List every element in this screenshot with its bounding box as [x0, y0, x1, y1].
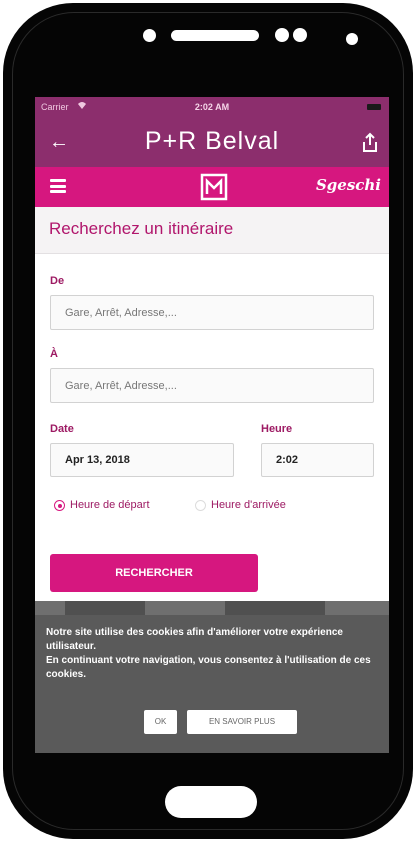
from-input[interactable]: Gare, Arrêt, Adresse,... [50, 295, 374, 330]
front-camera [275, 28, 289, 42]
radio-arrival-unselected-icon [195, 500, 206, 511]
hamburger-menu-icon[interactable] [50, 179, 66, 193]
title-bar: ← P+R Belval [35, 119, 389, 167]
to-placeholder: Gare, Arrêt, Adresse,... [65, 379, 177, 392]
front-sensor [143, 29, 156, 42]
status-time: 2:02 AM [194, 102, 230, 112]
time-label: Heure [261, 423, 293, 435]
radio-departure-label: Heure de départ [70, 499, 150, 511]
earpiece-speaker [171, 30, 259, 41]
itinerary-form: Recherchez un itinéraire De Gare, Arrêt,… [35, 207, 389, 601]
time-value: 2:02 [276, 454, 299, 466]
search-button[interactable]: RECHERCHER [50, 554, 258, 592]
date-field[interactable]: Apr 13, 2018 [50, 443, 234, 477]
form-header: Recherchez un itinéraire [35, 207, 389, 254]
cookie-more-button[interactable]: EN SAVOIR PLUS [187, 710, 297, 734]
light-sensor [346, 33, 358, 45]
to-input[interactable]: Gare, Arrêt, Adresse,... [50, 368, 374, 403]
proximity-sensor [293, 28, 307, 42]
radio-arrival-label: Heure d'arrivée [211, 499, 286, 511]
cookie-ok-button[interactable]: OK [144, 710, 177, 734]
background-content [35, 601, 389, 615]
time-field[interactable]: 2:02 [261, 443, 374, 477]
status-bar: Carrier 2:02 AM [35, 97, 389, 119]
app-screen: Carrier 2:02 AM ← P+R Belval Sgeschi Rec… [35, 97, 389, 753]
share-icon[interactable] [360, 132, 380, 154]
cookie-message-line2: En continuant votre navigation, vous con… [46, 655, 371, 680]
cookie-banner: Notre site utilise des cookies afin d'am… [35, 615, 389, 753]
from-label: De [50, 275, 65, 287]
battery-icon [367, 104, 381, 110]
cookie-message: Notre site utilise des cookies afin d'am… [46, 626, 376, 682]
form-heading: Recherchez un itinéraire [49, 219, 234, 238]
to-label: À [50, 348, 58, 360]
radio-departure-selected-icon [54, 500, 65, 511]
date-label: Date [50, 423, 74, 435]
cookie-message-line1: Notre site utilise des cookies afin d'am… [46, 627, 343, 652]
brand-logo[interactable]: Sgeschi [316, 176, 381, 194]
home-button[interactable] [165, 786, 257, 818]
date-value: Apr 13, 2018 [65, 454, 130, 466]
from-placeholder: Gare, Arrêt, Adresse,... [65, 306, 177, 319]
page-title: P+R Belval [144, 127, 280, 155]
app-logo-icon[interactable] [200, 173, 228, 201]
nav-bar: Sgeschi [35, 167, 389, 207]
